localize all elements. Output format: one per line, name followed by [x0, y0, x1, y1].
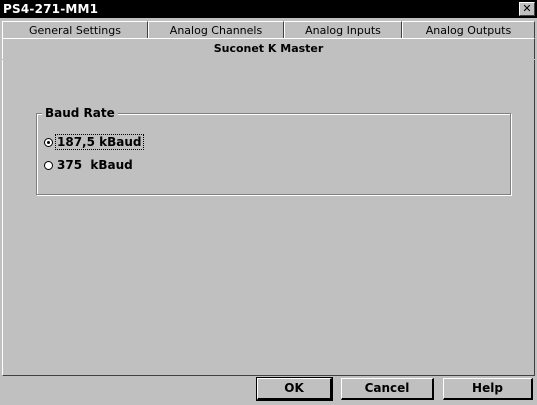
tab-analog-channels[interactable]: Analog Channels	[148, 21, 284, 39]
baud-rate-group-title: Baud Rate	[42, 106, 118, 120]
radio-unselected-icon[interactable]	[44, 160, 53, 170]
radio-label[interactable]: 187,5 kBaud	[55, 134, 144, 150]
tab-analog-inputs[interactable]: Analog Inputs	[284, 21, 402, 39]
tab-label: Suconet K Master	[213, 42, 324, 55]
window-title: PS4-271-MM1	[3, 2, 99, 16]
radio-baud-375[interactable]: 375 kBaud	[44, 157, 134, 173]
radio-selected-icon[interactable]	[44, 137, 53, 147]
help-button[interactable]: Help	[443, 378, 533, 400]
baud-rate-group	[36, 113, 511, 195]
radio-label[interactable]: 375 kBaud	[56, 158, 134, 172]
radio-baud-187-5[interactable]: 187,5 kBaud	[44, 134, 144, 150]
close-icon: ✕	[522, 2, 532, 15]
cancel-button[interactable]: Cancel	[341, 378, 434, 400]
tab-label: Analog Inputs	[305, 24, 381, 37]
tab-suconet-k-master[interactable]: Suconet K Master	[2, 38, 535, 59]
ok-button[interactable]: OK	[256, 377, 333, 401]
title-bar[interactable]: PS4-271-MM1 ✕	[0, 0, 537, 18]
tab-label: General Settings	[29, 24, 121, 37]
tab-general-settings[interactable]: General Settings	[2, 21, 148, 39]
tab-analog-outputs[interactable]: Analog Outputs	[402, 21, 535, 39]
tab-label: Analog Channels	[169, 24, 263, 37]
tab-strip: General Settings Analog Channels Analog …	[0, 18, 537, 62]
tab-label: Analog Outputs	[425, 24, 512, 37]
dialog-window: PS4-271-MM1 ✕ General Settings Analog Ch…	[0, 0, 537, 405]
close-button[interactable]: ✕	[519, 2, 535, 16]
